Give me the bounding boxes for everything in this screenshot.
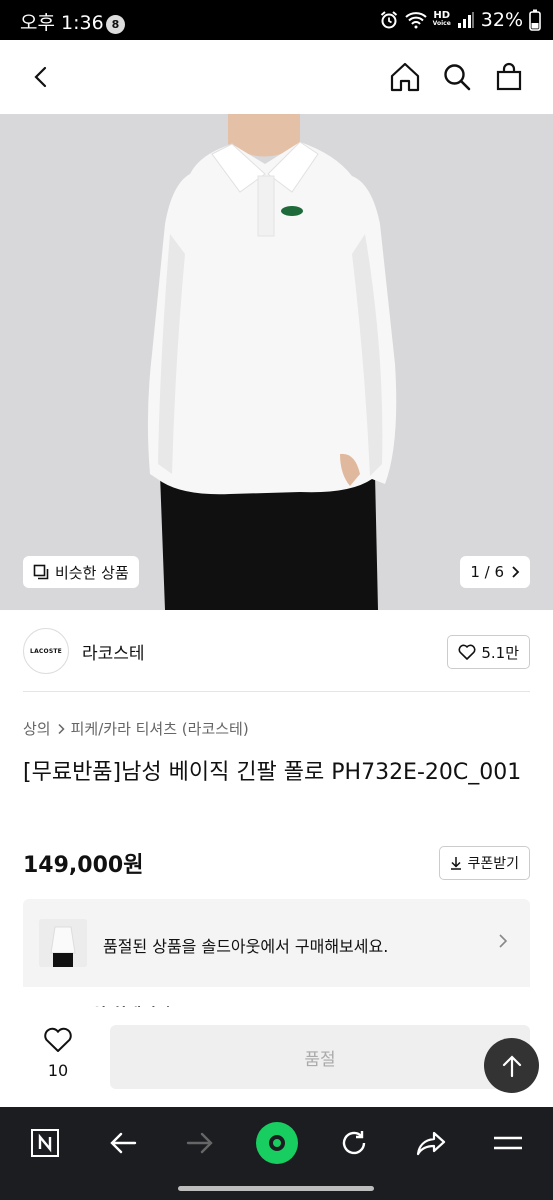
soldout-notice-text: 품절된 상품을 솔드아웃에서 구매해보세요. bbox=[103, 937, 389, 956]
chevron-right-icon bbox=[512, 566, 520, 578]
menu-button[interactable] bbox=[488, 1123, 528, 1163]
brand-like-count: 5.1만 bbox=[481, 643, 519, 662]
coupon-button[interactable]: 쿠폰받기 bbox=[439, 846, 530, 880]
green-dot-home-icon bbox=[269, 1135, 285, 1151]
notification-count-badge: 8 bbox=[106, 15, 125, 34]
status-bar: 오후 1:36 8 HD Voice 32% bbox=[0, 0, 553, 40]
similar-items-icon bbox=[33, 564, 49, 580]
signal-icon bbox=[457, 12, 474, 28]
soldout-notice[interactable]: 품절된 상품을 솔드아웃에서 구매해보세요. 3,940원 최대적립 bbox=[23, 899, 530, 1019]
home-button[interactable] bbox=[386, 58, 424, 96]
status-icons: HD Voice 32% bbox=[379, 8, 541, 32]
image-pager-text: 1 / 6 bbox=[470, 563, 504, 581]
refresh-icon bbox=[342, 1131, 366, 1155]
top-navigation-header bbox=[0, 40, 553, 114]
wifi-icon bbox=[404, 12, 427, 29]
alarm-icon bbox=[380, 11, 397, 29]
soldout-thumbnail bbox=[39, 919, 87, 967]
similar-products-label: 비슷한 상품 bbox=[55, 563, 129, 582]
battery-icon bbox=[529, 9, 541, 31]
image-pager[interactable]: 1 / 6 bbox=[460, 556, 530, 588]
menu-icon bbox=[494, 1136, 522, 1150]
brand-row: LACOSTE 라코스테 5.1만 bbox=[0, 610, 553, 692]
chevron-right-icon bbox=[58, 723, 65, 734]
divider bbox=[23, 691, 530, 692]
brand-name[interactable]: 라코스테 bbox=[82, 639, 145, 664]
back-arrow-icon bbox=[34, 66, 47, 88]
browser-forward-button[interactable] bbox=[180, 1123, 220, 1163]
home-indicator bbox=[178, 1186, 374, 1191]
refresh-button[interactable] bbox=[334, 1123, 374, 1163]
breadcrumb-category[interactable]: 상의 bbox=[23, 718, 51, 739]
share-button[interactable] bbox=[411, 1123, 451, 1163]
product-photo bbox=[0, 114, 553, 610]
breadcrumb: 상의 피케/카라 티셔츠 (라코스테) bbox=[23, 718, 249, 739]
back-button[interactable] bbox=[22, 58, 60, 96]
heart-icon bbox=[458, 644, 476, 660]
home-icon bbox=[390, 62, 420, 92]
search-icon bbox=[444, 64, 471, 91]
arrow-up-icon bbox=[502, 1054, 521, 1077]
back-icon bbox=[110, 1132, 137, 1154]
forward-icon bbox=[186, 1132, 213, 1154]
naver-n-icon bbox=[31, 1129, 59, 1157]
download-icon bbox=[451, 857, 462, 870]
product-price: 149,000원 bbox=[23, 853, 144, 878]
brand-logo-text: LACOSTE bbox=[30, 647, 62, 655]
brand-like-button[interactable]: 5.1만 bbox=[447, 635, 530, 669]
soldout-button-label: 품절 bbox=[304, 1049, 336, 1070]
breadcrumb-subcategory[interactable]: 피케/카라 티셔츠 (라코스테) bbox=[71, 718, 249, 739]
browser-back-button[interactable] bbox=[103, 1123, 143, 1163]
hd-voice-icon: HD Voice bbox=[432, 10, 451, 28]
similar-products-button[interactable]: 비슷한 상품 bbox=[23, 556, 139, 588]
product-title: [무료반품]남성 베이직 긴팔 폴로 PH732E-20C_001 bbox=[23, 760, 522, 785]
heart-icon bbox=[44, 1027, 72, 1052]
purchase-bar: 10 품절 bbox=[0, 1007, 553, 1107]
battery-text: 32% bbox=[480, 9, 523, 31]
status-time: 오후 1:36 bbox=[20, 12, 104, 34]
scroll-to-top-button[interactable] bbox=[484, 1038, 539, 1093]
shopping-bag-icon bbox=[496, 62, 522, 91]
naver-home-button[interactable] bbox=[25, 1123, 65, 1163]
product-image-gallery[interactable] bbox=[0, 114, 553, 610]
soldout-button: 품절 bbox=[110, 1025, 530, 1089]
share-icon bbox=[416, 1131, 446, 1156]
brand-logo[interactable]: LACOSTE bbox=[23, 628, 69, 674]
wishlist-button[interactable]: 10 bbox=[30, 1027, 86, 1080]
chevron-right-icon bbox=[499, 934, 508, 948]
cart-button[interactable] bbox=[490, 58, 528, 96]
wishlist-count: 10 bbox=[47, 1061, 69, 1080]
green-home-button[interactable] bbox=[256, 1122, 298, 1164]
coupon-label: 쿠폰받기 bbox=[467, 856, 519, 872]
search-button[interactable] bbox=[438, 58, 476, 96]
